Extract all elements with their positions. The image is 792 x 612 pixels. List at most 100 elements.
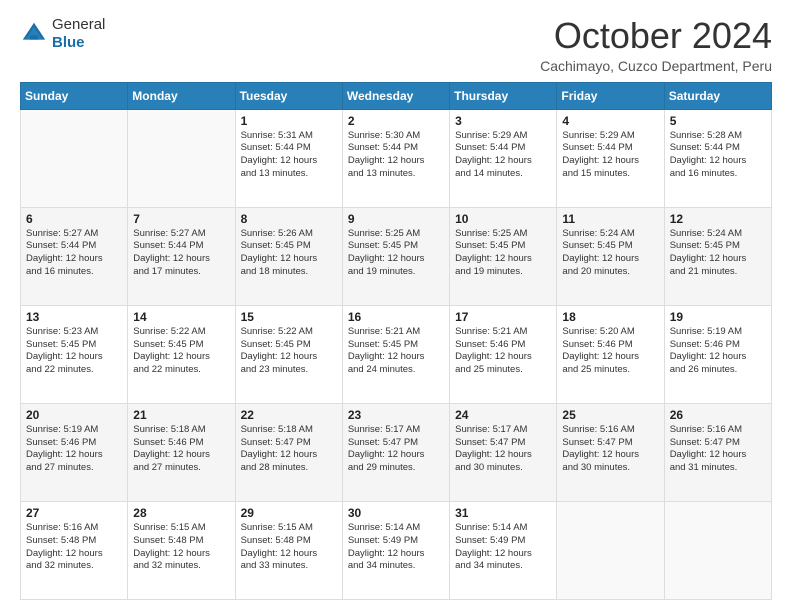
cell-info: Sunrise: 5:21 AM Sunset: 5:46 PM Dayligh… xyxy=(455,326,551,377)
header-row: SundayMondayTuesdayWednesdayThursdayFrid… xyxy=(21,82,772,109)
calendar-cell: 5 Sunrise: 5:28 AM Sunset: 5:44 PM Daylig… xyxy=(664,109,771,207)
calendar-cell: 15 Sunrise: 5:22 AM Sunset: 5:45 PM Dayli… xyxy=(235,305,342,403)
day-number: 3 xyxy=(455,114,551,128)
calendar-cell: 24 Sunrise: 5:17 AM Sunset: 5:47 PM Dayli… xyxy=(450,403,557,501)
calendar-table: SundayMondayTuesdayWednesdayThursdayFrid… xyxy=(20,82,772,600)
week-row-2: 6 Sunrise: 5:27 AM Sunset: 5:44 PM Daylig… xyxy=(21,207,772,305)
day-number: 30 xyxy=(348,506,444,520)
calendar-cell: 6 Sunrise: 5:27 AM Sunset: 5:44 PM Daylig… xyxy=(21,207,128,305)
cell-info: Sunrise: 5:15 AM Sunset: 5:48 PM Dayligh… xyxy=(133,522,229,573)
logo-text: General Blue xyxy=(52,16,105,52)
calendar-cell: 21Sunrise: 5:18 AM Sunset: 5:46 PM Dayli… xyxy=(128,403,235,501)
cell-info: Sunrise: 5:15 AM Sunset: 5:48 PM Dayligh… xyxy=(241,522,337,573)
calendar-cell: 10Sunrise: 5:25 AM Sunset: 5:45 PM Dayli… xyxy=(450,207,557,305)
calendar-cell xyxy=(128,109,235,207)
cell-info: Sunrise: 5:28 AM Sunset: 5:44 PM Dayligh… xyxy=(670,130,766,181)
day-number: 26 xyxy=(670,408,766,422)
calendar-cell: 19 Sunrise: 5:19 AM Sunset: 5:46 PM Dayli… xyxy=(664,305,771,403)
cell-info: Sunrise: 5:19 AM Sunset: 5:46 PM Dayligh… xyxy=(670,326,766,377)
day-number: 11 xyxy=(562,212,658,226)
cell-info: Sunrise: 5:18 AM Sunset: 5:46 PM Dayligh… xyxy=(133,424,229,475)
calendar-cell xyxy=(557,501,664,599)
cell-info: Sunrise: 5:16 AM Sunset: 5:48 PM Dayligh… xyxy=(26,522,122,573)
calendar-cell: 30Sunrise: 5:14 AM Sunset: 5:49 PM Dayli… xyxy=(342,501,449,599)
cell-info: Sunrise: 5:17 AM Sunset: 5:47 PM Dayligh… xyxy=(348,424,444,475)
calendar-cell: 8 Sunrise: 5:26 AM Sunset: 5:45 PM Daylig… xyxy=(235,207,342,305)
cell-info: Sunrise: 5:20 AM Sunset: 5:46 PM Dayligh… xyxy=(562,326,658,377)
calendar-cell: 23 Sunrise: 5:17 AM Sunset: 5:47 PM Dayli… xyxy=(342,403,449,501)
calendar-cell: 20 Sunrise: 5:19 AM Sunset: 5:46 PM Dayli… xyxy=(21,403,128,501)
day-header-sunday: Sunday xyxy=(21,82,128,109)
day-number: 19 xyxy=(670,310,766,324)
day-number: 5 xyxy=(670,114,766,128)
month-title: October 2024 xyxy=(540,16,772,56)
week-row-3: 13 Sunrise: 5:23 AM Sunset: 5:45 PM Dayli… xyxy=(21,305,772,403)
calendar-cell: 2 Sunrise: 5:30 AM Sunset: 5:44 PM Daylig… xyxy=(342,109,449,207)
cell-info: Sunrise: 5:14 AM Sunset: 5:49 PM Dayligh… xyxy=(455,522,551,573)
calendar-cell: 31 Sunrise: 5:14 AM Sunset: 5:49 PM Dayli… xyxy=(450,501,557,599)
day-number: 20 xyxy=(26,408,122,422)
cell-info: Sunrise: 5:30 AM Sunset: 5:44 PM Dayligh… xyxy=(348,130,444,181)
day-number: 27 xyxy=(26,506,122,520)
cell-info: Sunrise: 5:22 AM Sunset: 5:45 PM Dayligh… xyxy=(241,326,337,377)
day-header-tuesday: Tuesday xyxy=(235,82,342,109)
day-number: 31 xyxy=(455,506,551,520)
calendar-cell: 22 Sunrise: 5:18 AM Sunset: 5:47 PM Dayli… xyxy=(235,403,342,501)
cell-info: Sunrise: 5:18 AM Sunset: 5:47 PM Dayligh… xyxy=(241,424,337,475)
day-number: 24 xyxy=(455,408,551,422)
day-number: 4 xyxy=(562,114,658,128)
day-number: 1 xyxy=(241,114,337,128)
day-number: 22 xyxy=(241,408,337,422)
calendar-cell: 18 Sunrise: 5:20 AM Sunset: 5:46 PM Dayli… xyxy=(557,305,664,403)
week-row-4: 20 Sunrise: 5:19 AM Sunset: 5:46 PM Dayli… xyxy=(21,403,772,501)
calendar-cell: 1 Sunrise: 5:31 AM Sunset: 5:44 PM Daylig… xyxy=(235,109,342,207)
calendar-cell: 29 Sunrise: 5:15 AM Sunset: 5:48 PM Dayli… xyxy=(235,501,342,599)
calendar-cell xyxy=(21,109,128,207)
day-number: 25 xyxy=(562,408,658,422)
calendar-cell: 9Sunrise: 5:25 AM Sunset: 5:45 PM Daylig… xyxy=(342,207,449,305)
calendar-cell: 17 Sunrise: 5:21 AM Sunset: 5:46 PM Dayli… xyxy=(450,305,557,403)
calendar-cell: 7Sunrise: 5:27 AM Sunset: 5:44 PM Daylig… xyxy=(128,207,235,305)
cell-info: Sunrise: 5:16 AM Sunset: 5:47 PM Dayligh… xyxy=(562,424,658,475)
day-number: 18 xyxy=(562,310,658,324)
day-number: 2 xyxy=(348,114,444,128)
cell-info: Sunrise: 5:17 AM Sunset: 5:47 PM Dayligh… xyxy=(455,424,551,475)
day-number: 14 xyxy=(133,310,229,324)
cell-info: Sunrise: 5:26 AM Sunset: 5:45 PM Dayligh… xyxy=(241,228,337,279)
cell-info: Sunrise: 5:23 AM Sunset: 5:45 PM Dayligh… xyxy=(26,326,122,377)
cell-info: Sunrise: 5:24 AM Sunset: 5:45 PM Dayligh… xyxy=(562,228,658,279)
logo: General Blue xyxy=(20,16,105,52)
day-header-wednesday: Wednesday xyxy=(342,82,449,109)
calendar-cell xyxy=(664,501,771,599)
cell-info: Sunrise: 5:27 AM Sunset: 5:44 PM Dayligh… xyxy=(26,228,122,279)
week-row-1: 1 Sunrise: 5:31 AM Sunset: 5:44 PM Daylig… xyxy=(21,109,772,207)
cell-info: Sunrise: 5:25 AM Sunset: 5:45 PM Dayligh… xyxy=(455,228,551,279)
calendar-cell: 28Sunrise: 5:15 AM Sunset: 5:48 PM Dayli… xyxy=(128,501,235,599)
day-number: 12 xyxy=(670,212,766,226)
cell-info: Sunrise: 5:21 AM Sunset: 5:45 PM Dayligh… xyxy=(348,326,444,377)
calendar-cell: 14Sunrise: 5:22 AM Sunset: 5:45 PM Dayli… xyxy=(128,305,235,403)
logo-icon xyxy=(20,20,48,48)
calendar-cell: 26 Sunrise: 5:16 AM Sunset: 5:47 PM Dayli… xyxy=(664,403,771,501)
calendar-cell: 27 Sunrise: 5:16 AM Sunset: 5:48 PM Dayli… xyxy=(21,501,128,599)
cell-info: Sunrise: 5:16 AM Sunset: 5:47 PM Dayligh… xyxy=(670,424,766,475)
subtitle: Cachimayo, Cuzco Department, Peru xyxy=(540,58,772,74)
calendar-cell: 11 Sunrise: 5:24 AM Sunset: 5:45 PM Dayli… xyxy=(557,207,664,305)
day-number: 13 xyxy=(26,310,122,324)
cell-info: Sunrise: 5:24 AM Sunset: 5:45 PM Dayligh… xyxy=(670,228,766,279)
cell-info: Sunrise: 5:29 AM Sunset: 5:44 PM Dayligh… xyxy=(455,130,551,181)
day-header-thursday: Thursday xyxy=(450,82,557,109)
day-number: 17 xyxy=(455,310,551,324)
day-header-saturday: Saturday xyxy=(664,82,771,109)
cell-info: Sunrise: 5:27 AM Sunset: 5:44 PM Dayligh… xyxy=(133,228,229,279)
day-number: 6 xyxy=(26,212,122,226)
day-number: 16 xyxy=(348,310,444,324)
calendar-cell: 25 Sunrise: 5:16 AM Sunset: 5:47 PM Dayli… xyxy=(557,403,664,501)
day-number: 15 xyxy=(241,310,337,324)
cell-info: Sunrise: 5:19 AM Sunset: 5:46 PM Dayligh… xyxy=(26,424,122,475)
cell-info: Sunrise: 5:31 AM Sunset: 5:44 PM Dayligh… xyxy=(241,130,337,181)
day-number: 29 xyxy=(241,506,337,520)
day-number: 8 xyxy=(241,212,337,226)
day-header-monday: Monday xyxy=(128,82,235,109)
day-number: 23 xyxy=(348,408,444,422)
